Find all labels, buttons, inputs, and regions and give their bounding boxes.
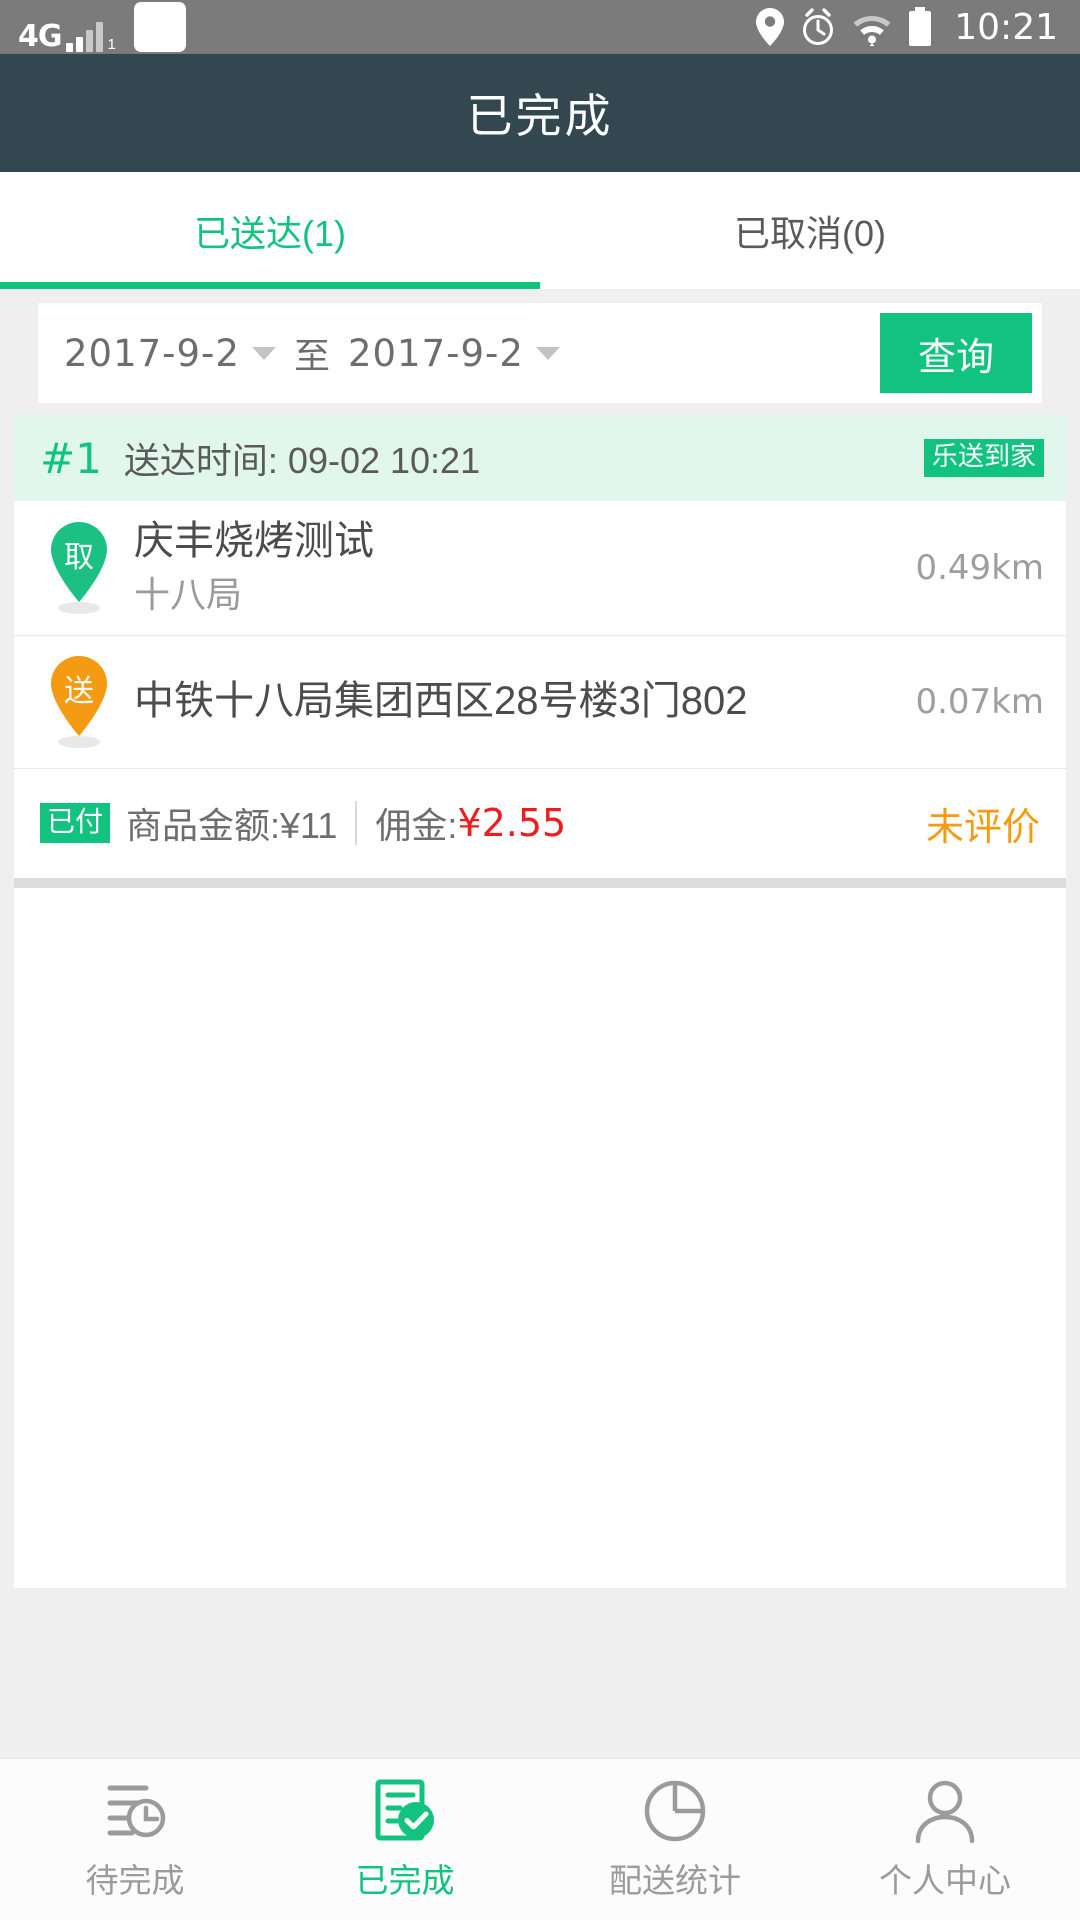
commission-label: 佣金: — [375, 805, 458, 847]
document-check-icon — [374, 1778, 436, 1844]
end-date-value: 2017-9-2 — [347, 331, 524, 375]
nav-label-completed: 已完成 — [355, 1861, 455, 1899]
pickup-pin-icon: 取 — [40, 518, 118, 618]
order-index-label: #1 — [40, 433, 102, 483]
pickup-sub-name: 十八局 — [134, 573, 243, 615]
nav-item-profile[interactable]: 个人中心 — [810, 1759, 1080, 1920]
clock-label: 10:21 — [954, 6, 1058, 48]
pickup-row[interactable]: 取 庆丰烧烤测试 十八局 0.49km — [14, 501, 1066, 635]
chevron-down-icon — [251, 346, 276, 360]
delivered-time-label: 送达时间: 09-02 10:21 — [123, 440, 481, 481]
person-icon — [914, 1778, 976, 1844]
app-root: 4G 1 10:21 已完成 已送达(1) 已取消(0) 2017-9-2 至 … — [0, 0, 1080, 1920]
rating-status-label[interactable]: 未评价 — [926, 796, 1040, 851]
status-bar: 4G 1 10:21 — [0, 0, 1080, 54]
date-range-separator-label: 至 — [293, 335, 330, 376]
nav-item-statistics[interactable]: 配送统计 — [540, 1759, 810, 1920]
nav-label-statistics: 配送统计 — [609, 1861, 741, 1899]
nav-item-completed[interactable]: 已完成 — [270, 1759, 540, 1920]
tab-active-indicator — [0, 282, 540, 289]
tab-bar: 已送达(1) 已取消(0) — [0, 172, 1080, 289]
empty-list-space — [14, 887, 1066, 1588]
alarm-icon — [800, 8, 836, 46]
page-title: 已完成 — [466, 90, 614, 142]
tab-cancelled[interactable]: 已取消(0) — [540, 172, 1080, 289]
nav-label-profile: 个人中心 — [879, 1861, 1011, 1899]
divider — [355, 801, 358, 846]
dropoff-texts: 中铁十八局集团西区28号楼3门802 — [134, 677, 915, 726]
order-card-header: #1 送达时间: 09-02 10:21 乐送到家 — [14, 415, 1066, 501]
goods-amount-label: 商品金额:¥11 — [126, 805, 338, 847]
order-card[interactable]: #1 送达时间: 09-02 10:21 乐送到家 取 庆丰烧烤测试 十八局 0… — [14, 415, 1066, 878]
paid-status-badge: 已付 — [40, 803, 111, 844]
dropoff-row[interactable]: 送 中铁十八局集团西区28号楼3门802 0.07km — [14, 634, 1066, 768]
order-source-badge: 乐送到家 — [923, 439, 1044, 477]
commission-value: ¥2.55 — [457, 801, 567, 846]
order-list[interactable]: #1 送达时间: 09-02 10:21 乐送到家 取 庆丰烧烤测试 十八局 0… — [0, 415, 1080, 1758]
start-date-value: 2017-9-2 — [64, 331, 240, 375]
query-bar-container: 2017-9-2 至 2017-9-2 查询 — [0, 289, 1080, 415]
pie-chart-icon — [643, 1778, 707, 1844]
start-date-picker[interactable]: 2017-9-2 — [64, 332, 276, 375]
status-bar-right: 10:21 — [756, 7, 1058, 48]
sim-slot-label: 1 — [107, 36, 116, 53]
status-bar-left: 4G 1 — [18, 2, 186, 52]
nav-label-pending: 待完成 — [85, 1861, 185, 1899]
location-icon — [756, 8, 785, 46]
pickup-pin-letter: 取 — [64, 540, 94, 574]
app-header: 已完成 — [0, 54, 1080, 172]
bottom-navigation-bar: 待完成 已完成 配送统计 个人中心 — [0, 1758, 1080, 1920]
battery-icon — [908, 7, 932, 47]
tab-delivered[interactable]: 已送达(1) — [0, 172, 540, 289]
notification-placeholder-icon — [133, 2, 186, 52]
dropoff-pin-icon: 送 — [40, 652, 118, 752]
signal-bars-icon — [65, 22, 103, 52]
list-separator — [14, 877, 1066, 888]
dropoff-address: 中铁十八局集团西区28号楼3门802 — [134, 679, 748, 724]
network-type-label: 4G — [18, 19, 62, 54]
pickup-texts: 庆丰烧烤测试 十八局 — [134, 517, 915, 619]
dropoff-pin-letter: 送 — [64, 674, 94, 708]
order-payment-row: 已付 商品金额:¥11 佣金: ¥2.55 未评价 — [14, 767, 1066, 878]
dropoff-distance: 0.07km — [915, 681, 1044, 722]
nav-item-pending[interactable]: 待完成 — [0, 1759, 270, 1920]
list-clock-icon — [102, 1778, 168, 1844]
pickup-distance: 0.49km — [915, 547, 1044, 588]
query-bar: 2017-9-2 至 2017-9-2 查询 — [38, 303, 1042, 403]
chevron-down-icon — [535, 346, 560, 360]
wifi-icon — [852, 8, 892, 46]
query-button[interactable]: 查询 — [880, 313, 1032, 393]
end-date-picker[interactable]: 2017-9-2 — [348, 332, 560, 375]
pickup-name: 庆丰烧烤测试 — [134, 519, 374, 563]
